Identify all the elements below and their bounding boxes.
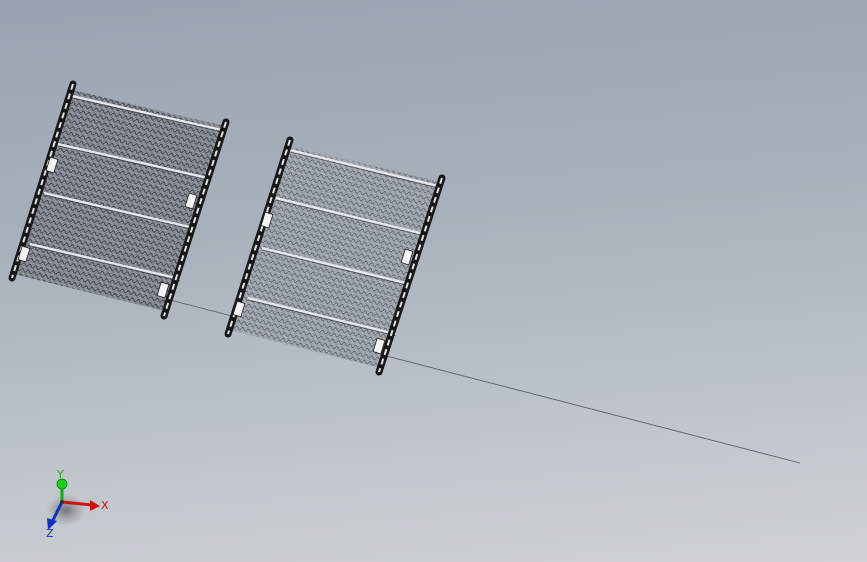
y-axis-label: Y — [56, 468, 64, 481]
orientation-triad[interactable]: Y X Z — [46, 468, 109, 540]
x-axis-label: X — [101, 499, 109, 512]
mesh-belt-panel[interactable] — [224, 136, 446, 376]
mesh-belt-panel[interactable] — [8, 80, 230, 320]
z-axis-label: Z — [46, 527, 54, 540]
graphics-viewport[interactable]: Y X Z — [0, 0, 867, 562]
model-scene[interactable]: Y X Z — [0, 0, 867, 562]
